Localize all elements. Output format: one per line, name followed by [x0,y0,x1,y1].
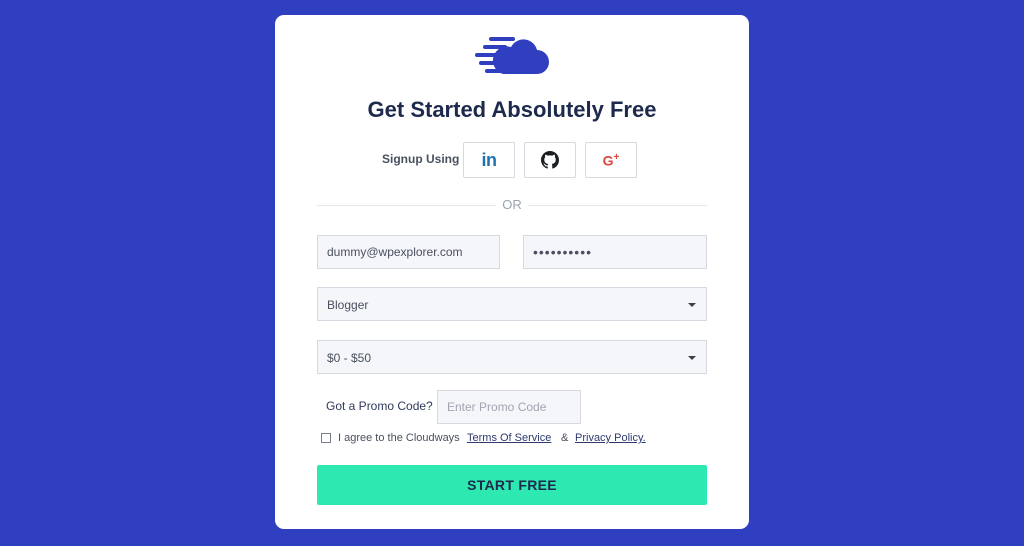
agree-checkbox[interactable] [321,433,331,443]
page-title: Get Started Absolutely Free [367,97,657,122]
caret-down-icon [688,356,696,360]
agree-text: I agree to the Cloudways [338,432,460,444]
promo-code-label: Got a Promo Code? [326,399,433,413]
social-signup-row: Signup Using in G+ [275,142,749,178]
linkedin-icon: in [481,149,498,170]
github-signup-button[interactable] [524,142,576,178]
privacy-policy-link[interactable]: Privacy Policy. [575,432,646,444]
promo-code-input[interactable] [437,390,581,424]
google-plus-signup-button[interactable]: G+ [585,142,637,178]
caret-down-icon [688,303,696,307]
budget-select-value: $0 - $50 [327,351,372,365]
role-select[interactable]: Blogger [317,287,707,321]
cloudways-logo-icon [475,37,549,74]
signup-using-label: Signup Using [382,152,460,166]
or-divider-text: OR [496,197,528,212]
budget-select[interactable]: $0 - $50 [317,340,707,374]
linkedin-signup-button[interactable]: in [463,142,515,178]
github-icon [541,151,559,169]
google-plus-icon: G+ [602,151,620,169]
role-select-value: Blogger [327,298,369,312]
signup-card: Get Started Absolutely Free Signup Using… [275,15,749,529]
password-field[interactable] [523,235,707,269]
ampersand-text: & [561,432,569,444]
terms-of-service-link[interactable]: Terms Of Service [467,432,551,444]
start-free-button[interactable]: START FREE [317,465,707,505]
email-field[interactable] [317,235,500,269]
